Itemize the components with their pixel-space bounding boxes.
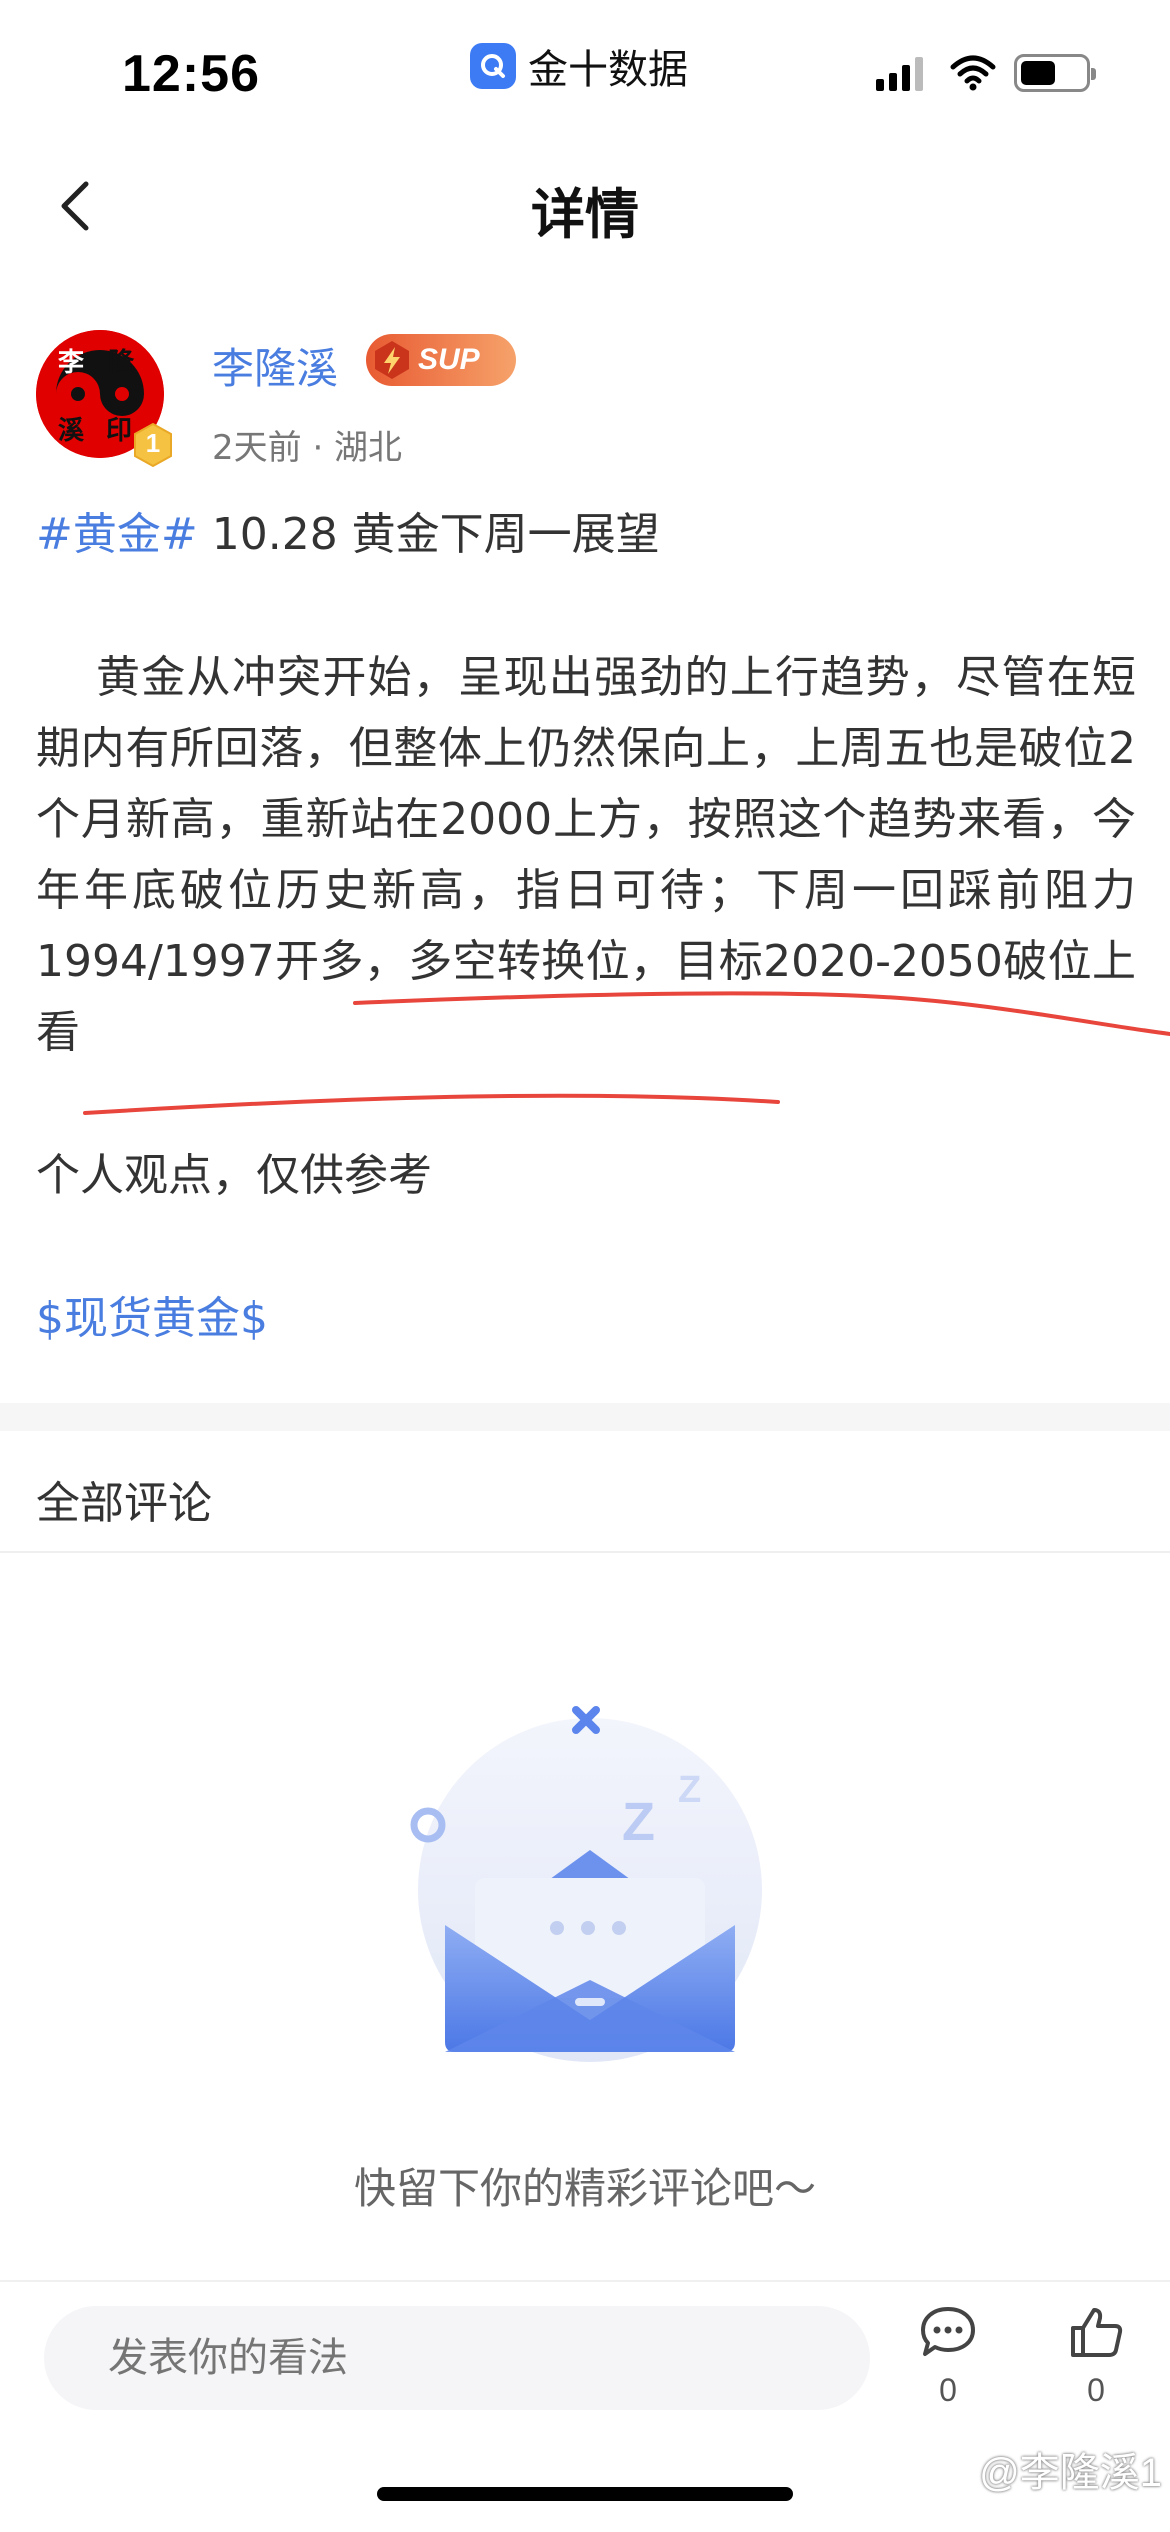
avatar-seal-char: 隆 <box>108 348 135 378</box>
avatar-seal-char: 李 <box>58 348 85 378</box>
sup-badge-label: SUP <box>418 343 480 376</box>
comment-input[interactable] <box>44 2306 870 2410</box>
comment-count: 0 <box>939 2372 957 2408</box>
battery-icon <box>1014 54 1096 92</box>
page-title: 详情 <box>531 183 639 246</box>
post-body: 黄金从冲突开始，呈现出强劲的上行趋势，尽管在短期内有所回落，但整体上仍然保向上，… <box>36 652 1136 1058</box>
post-disclaimer: 个人观点，仅供参考 <box>36 1150 432 1201</box>
status-app-indicator[interactable]: 金十数据 <box>470 40 688 93</box>
post-title: #黄金# 10.28 黄金下周一展望 <box>36 500 1136 570</box>
stock-tag-link[interactable]: $现货黄金$ <box>36 1284 1136 1354</box>
cellular-signal-icon <box>876 55 928 91</box>
author-header: 李 隆 溪 印 1 李隆溪 SUP 2天前 · 湖北 <box>36 330 1136 480</box>
comments-title: 全部评论 <box>36 1478 212 1529</box>
post-title-text: 10.28 黄金下周一展望 <box>197 509 660 560</box>
comment-button[interactable]: 0 <box>898 2304 998 2409</box>
post-meta: 2天前 · 湖北 <box>212 428 403 468</box>
nav-bar: 详情 <box>0 150 1170 260</box>
home-indicator[interactable] <box>377 2487 793 2501</box>
thumbs-up-icon <box>1071 2308 1123 2357</box>
avatar-seal-char: 溪 <box>58 416 85 446</box>
level-number: 1 <box>145 428 161 458</box>
svg-text:Z: Z <box>678 1769 701 1811</box>
status-icons <box>876 54 1096 92</box>
like-count: 0 <box>1087 2372 1105 2408</box>
svg-text:Z: Z <box>622 1792 655 1852</box>
status-app-name: 金十数据 <box>528 47 688 93</box>
post-content: #黄金# 10.28 黄金下周一展望 黄金从冲突开始，呈现出强劲的上行趋势，尽管… <box>36 500 1136 1354</box>
app-logo-icon <box>470 43 516 89</box>
section-divider <box>0 1403 1170 1431</box>
empty-mailbox-illustration: Z Z <box>410 1706 762 2062</box>
level-badge: 1 <box>132 422 174 468</box>
avatar-seal-char: 印 <box>106 416 133 446</box>
comments-header: 全部评论 <box>0 1431 1170 1553</box>
empty-comments-text: 快留下你的精彩评论吧～ <box>353 2164 816 2213</box>
status-time: 12:56 <box>122 45 260 103</box>
lightning-icon <box>375 341 409 379</box>
comment-bubble-icon <box>921 2307 975 2356</box>
status-bar: 12:56 金十数据 <box>0 0 1170 140</box>
topic-link[interactable]: #黄金# <box>36 509 198 560</box>
like-button[interactable]: 0 <box>1046 2304 1146 2409</box>
wifi-icon <box>950 55 996 91</box>
watermark: @李隆溪1 <box>979 2451 1162 2495</box>
sup-badge: SUP <box>366 334 516 386</box>
author-name[interactable]: 李隆溪 <box>212 335 338 396</box>
